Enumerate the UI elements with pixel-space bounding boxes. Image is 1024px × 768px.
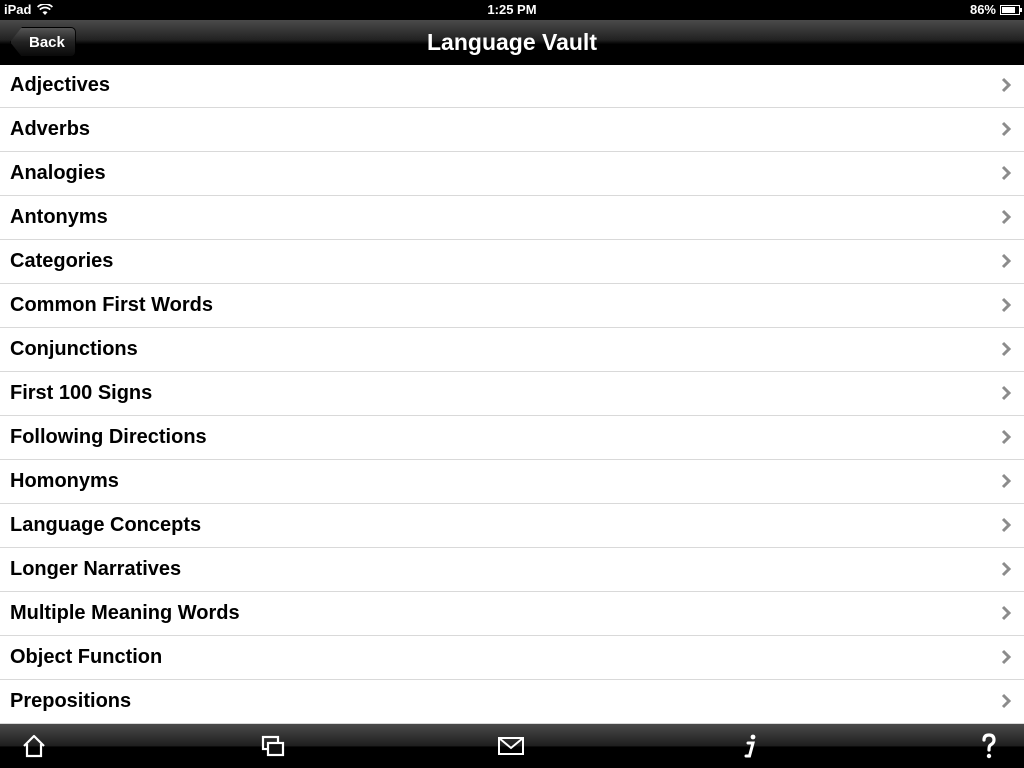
list-item-label: Homonyms bbox=[10, 470, 119, 492]
list-item[interactable]: Common First Words bbox=[0, 284, 1024, 328]
list-item[interactable]: Antonyms bbox=[0, 196, 1024, 240]
list-item[interactable]: Categories bbox=[0, 240, 1024, 284]
list-item-label: Antonyms bbox=[10, 206, 108, 228]
chevron-right-icon bbox=[1001, 517, 1012, 533]
list-item-label: Object Function bbox=[10, 646, 163, 668]
list-item[interactable]: Adjectives bbox=[0, 64, 1024, 108]
list-item-label: Conjunctions bbox=[10, 338, 138, 360]
list-item-label: Multiple Meaning Words bbox=[10, 602, 240, 624]
list-item-label: Common First Words bbox=[10, 294, 213, 316]
list-item-label: Adverbs bbox=[10, 118, 91, 140]
list-item-label: Language Concepts bbox=[10, 514, 202, 536]
info-icon[interactable] bbox=[736, 732, 764, 760]
chevron-right-icon bbox=[1001, 649, 1012, 665]
chevron-right-icon bbox=[1001, 77, 1012, 93]
list-item[interactable]: Homonyms bbox=[0, 460, 1024, 504]
list-item[interactable]: Language Concepts bbox=[0, 504, 1024, 548]
list-item[interactable]: Longer Narratives bbox=[0, 548, 1024, 592]
status-right: 86% bbox=[969, 2, 1022, 17]
chevron-right-icon bbox=[1001, 165, 1012, 181]
chevron-right-icon bbox=[1001, 121, 1012, 137]
list-item[interactable]: First 100 Signs bbox=[0, 372, 1024, 416]
navigation-bar: Back Language Vault bbox=[0, 20, 1024, 65]
chevron-right-icon bbox=[1001, 385, 1012, 401]
mail-icon[interactable] bbox=[497, 732, 525, 760]
list-item[interactable]: Analogies bbox=[0, 152, 1024, 196]
chevron-right-icon bbox=[1001, 605, 1012, 621]
chevron-right-icon bbox=[1001, 297, 1012, 313]
battery-icon bbox=[1000, 4, 1022, 15]
chevron-right-icon bbox=[1001, 429, 1012, 445]
chevron-right-icon bbox=[1001, 473, 1012, 489]
list-item-label: Longer Narratives bbox=[10, 558, 182, 580]
list-item[interactable]: Multiple Meaning Words bbox=[0, 592, 1024, 636]
list-item-label: Adjectives bbox=[10, 74, 111, 96]
page-title: Language Vault bbox=[427, 29, 597, 55]
home-icon[interactable] bbox=[20, 732, 48, 760]
list-item-label: Prepositions bbox=[10, 690, 132, 712]
list-item-label: Categories bbox=[10, 250, 114, 272]
chevron-right-icon bbox=[1001, 209, 1012, 225]
status-bar: iPad 1:25 PM 86% bbox=[0, 0, 1024, 20]
list-item[interactable]: Following Directions bbox=[0, 416, 1024, 460]
windows-icon[interactable] bbox=[259, 732, 287, 760]
chevron-right-icon bbox=[1001, 561, 1012, 577]
chevron-right-icon bbox=[1001, 341, 1012, 357]
status-time: 1:25 PM bbox=[487, 2, 537, 17]
battery-percent: 86% bbox=[969, 2, 996, 17]
chevron-right-icon bbox=[1001, 253, 1012, 269]
list-item[interactable]: Adverbs bbox=[0, 108, 1024, 152]
list-item-label: Following Directions bbox=[10, 426, 207, 448]
list-item[interactable]: Conjunctions bbox=[0, 328, 1024, 372]
topic-list: Adjectives Adverbs Analogies Antonyms Catego… bbox=[0, 64, 1024, 724]
list-item[interactable]: Object Function bbox=[0, 636, 1024, 680]
list-item-label: First 100 Signs bbox=[10, 382, 153, 404]
list-item-label: Analogies bbox=[10, 162, 106, 184]
chevron-right-icon bbox=[1001, 693, 1012, 709]
help-icon[interactable] bbox=[975, 732, 1003, 760]
bottom-toolbar bbox=[0, 724, 1024, 768]
list-item[interactable]: Prepositions bbox=[0, 680, 1024, 724]
